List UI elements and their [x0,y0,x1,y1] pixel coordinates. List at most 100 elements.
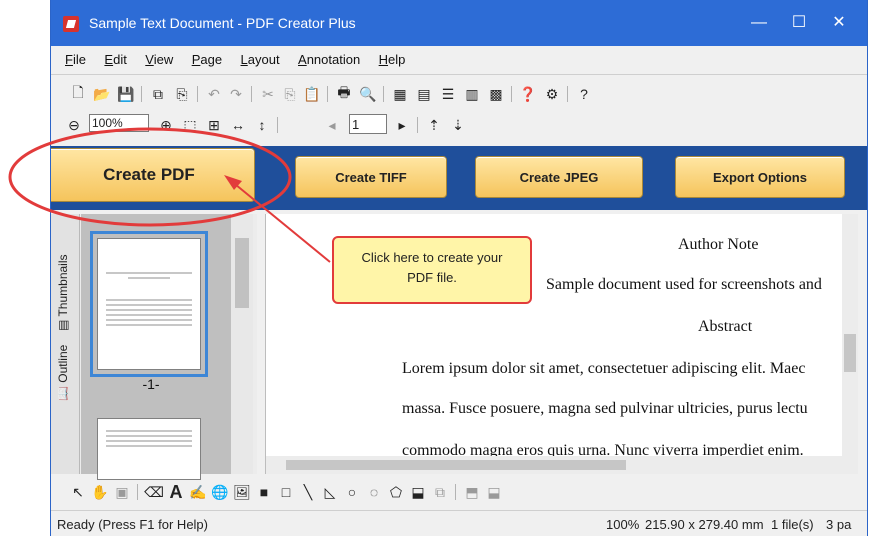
thumbnail-panel: -1- [81,214,231,480]
text-tool-icon[interactable]: A [167,482,185,502]
menu-file[interactable]: File [65,52,86,67]
fit-height-icon[interactable]: ↕ [253,116,271,134]
status-page-count: 3 pa [826,517,852,532]
zoom-input[interactable] [89,114,149,132]
doc-paragraph-line: massa. Fusce posuere, magna sed pulvinar… [402,400,808,417]
move-page-down-icon[interactable]: ⇣ [449,116,467,134]
sidebar: ▤ Thumbnails 📖 Outline -1- [51,214,257,480]
fit-page-icon[interactable]: ⊞ [205,116,223,134]
callout-line-1: Click here to create your [361,250,503,265]
rectangle-icon[interactable]: □ [277,483,295,501]
export-options-button[interactable]: Export Options [675,156,845,198]
create-pdf-button[interactable]: Create PDF [51,148,255,202]
toolbar-separator [567,86,568,102]
annotation-toolbar: ↖ ✋ ▣ ⌫ A ✍ 🌐 🖼 ■ □ ╲ ◺ ○ ◌ ⬠ ⬓ ⧉ ⬒ ⬓ [61,478,681,506]
title-bar: Sample Text Document - PDF Creator Plus … [51,0,867,46]
create-tiff-button[interactable]: Create TIFF [295,156,447,198]
open-folder-icon[interactable]: 📂 [93,85,111,103]
close-button[interactable]: ✕ [819,10,859,36]
page-thumbnail[interactable] [97,418,201,480]
print-preview-icon[interactable]: 🔍 [359,85,377,103]
snapshot-icon[interactable]: ▣ [113,483,131,501]
sidebar-tabs: ▤ Thumbnails 📖 Outline [51,214,80,474]
settings-icon[interactable]: ⚙ [543,85,561,103]
line-icon[interactable]: ╲ [299,483,317,501]
save-icon[interactable]: 💾 [117,85,135,103]
zoom-out-icon[interactable]: ⊖ [65,116,83,134]
sidebar-scroll-thumb[interactable] [235,238,249,308]
menu-page[interactable]: Page [192,52,222,67]
image-tool-icon[interactable]: 🖼 [233,483,251,501]
tab-outline[interactable]: 📖 Outline [56,341,70,401]
status-page-size: 215.90 x 279.40 mm [645,517,764,532]
menu-layout[interactable]: Layout [241,52,280,67]
menu-edit[interactable]: Edit [104,52,126,67]
redo-icon[interactable]: ↷ [227,85,245,103]
toolbar-separator [511,86,512,102]
sidebar-scrollbar[interactable] [231,214,253,474]
hand-tool-icon[interactable]: ✋ [91,483,109,501]
document-vertical-scrollbar[interactable] [842,214,858,474]
callout-line-2: PDF file. [407,270,457,285]
signature-icon[interactable]: ✍ [189,483,207,501]
menu-bar: File Edit View Page Layout Annotation He… [51,46,867,75]
status-zoom: 100% [606,517,640,532]
help-icon[interactable]: ? [575,85,593,103]
toolbar-separator [383,86,384,102]
eraser-icon[interactable]: ⌫ [144,483,164,501]
stamp-icon[interactable]: 🌐 [211,483,229,501]
paste-page-icon[interactable]: ⎘ [173,85,191,103]
status-bar: Ready (Press F1 for Help) 100% 215.90 x … [51,510,867,536]
action-band: Create PDF Create TIFF Create JPEG Expor… [51,146,867,210]
toolbar-separator [455,484,456,500]
horizontal-scroll-thumb[interactable] [286,460,626,470]
toolbar-separator [327,86,328,102]
zoom-in-icon[interactable]: ⊕ [157,116,175,134]
freeform-icon[interactable]: ◌ [365,483,383,501]
menu-help[interactable]: Help [379,52,406,67]
filled-rectangle-icon[interactable]: ■ [255,483,273,501]
group-icon[interactable]: ⬒ [463,483,481,501]
menu-view[interactable]: View [145,52,173,67]
print-icon[interactable]: 🖶 [335,84,353,103]
page-thumbnail[interactable] [90,231,208,377]
ellipse-icon[interactable]: ○ [343,483,361,501]
fit-width-icon[interactable]: ↔ [229,116,247,134]
status-help: Ready (Press F1 for Help) [57,517,208,532]
help-cursor-icon[interactable]: ❓ [519,85,537,103]
paste-icon[interactable]: 📋 [303,85,321,103]
copy-icon[interactable]: ⎘ [281,85,299,103]
document-horizontal-scrollbar[interactable] [266,456,842,474]
toolbar-separator [137,484,138,500]
minimize-button[interactable]: — [739,10,779,36]
maximize-button[interactable]: ☐ [779,10,819,36]
cut-icon[interactable]: ✂ [259,85,277,103]
tab-thumbnails[interactable]: ▤ Thumbnails [56,235,70,332]
thumbnail-view-icon[interactable]: ▥ [463,85,481,103]
single-page-icon[interactable]: ▦ [391,85,409,103]
vertical-scroll-thumb[interactable] [844,334,856,372]
doc-sample-line: Sample document used for screenshots and [546,276,822,293]
bring-front-icon[interactable]: ⧉ [431,483,449,501]
page-number-input[interactable] [349,114,387,134]
copy-page-icon[interactable]: ⧉ [149,85,167,103]
new-document-icon[interactable]: 🗋 [69,84,87,103]
next-page-icon[interactable]: ▸ [393,116,411,134]
create-jpeg-button[interactable]: Create JPEG [475,156,643,198]
toolbar-separator [417,117,418,133]
menu-annotation[interactable]: Annotation [298,52,360,67]
grid-view-icon[interactable]: ▩ [487,85,505,103]
select-arrow-icon[interactable]: ↖ [69,483,87,501]
app-icon [63,16,79,32]
ungroup-icon[interactable]: ⬓ [485,483,503,501]
status-file-count: 1 file(s) [771,517,814,532]
callout-icon[interactable]: ⬓ [409,483,427,501]
triangle-icon[interactable]: ◺ [321,483,339,501]
list-view-icon[interactable]: ☰ [439,85,457,103]
undo-icon[interactable]: ↶ [205,85,223,103]
previous-page-icon[interactable]: ◂ [323,116,341,134]
fit-selection-icon[interactable]: ⬚ [181,116,199,134]
polygon-icon[interactable]: ⬠ [387,483,405,501]
multi-page-icon[interactable]: ▤ [415,85,433,103]
move-page-up-icon[interactable]: ⇡ [425,116,443,134]
